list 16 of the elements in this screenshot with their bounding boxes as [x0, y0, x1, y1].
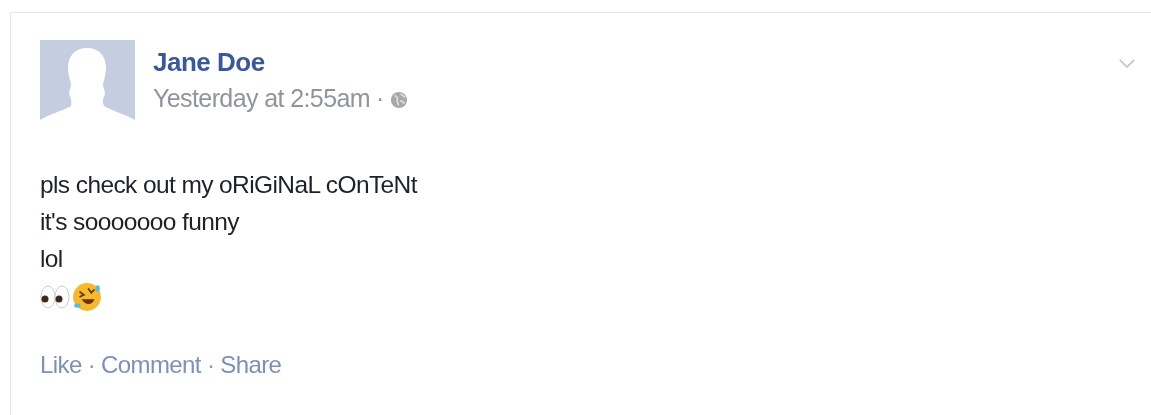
laughing-face-icon	[72, 282, 102, 312]
post-text: pls check out my oRiGiNaL cOnTeNt	[40, 170, 419, 200]
separator: ·	[206, 351, 215, 379]
action-link[interactable]: Share	[220, 351, 282, 379]
eyes-icon	[40, 284, 70, 310]
post-text: it's sooooooo funny	[40, 207, 241, 237]
separator: ·	[87, 351, 96, 379]
globe-icon[interactable]	[389, 91, 408, 109]
action-link[interactable]: Comment	[101, 351, 201, 379]
avatar-icon	[40, 40, 135, 132]
post-text: lol	[40, 244, 64, 274]
author-name[interactable]: Jane Doe	[153, 44, 408, 80]
post-timestamp[interactable]: Yesterday at 2:55am	[153, 80, 370, 116]
chevron-down-icon[interactable]	[1118, 58, 1136, 69]
separator: ·	[376, 83, 384, 114]
action-link[interactable]: Like	[40, 351, 82, 379]
